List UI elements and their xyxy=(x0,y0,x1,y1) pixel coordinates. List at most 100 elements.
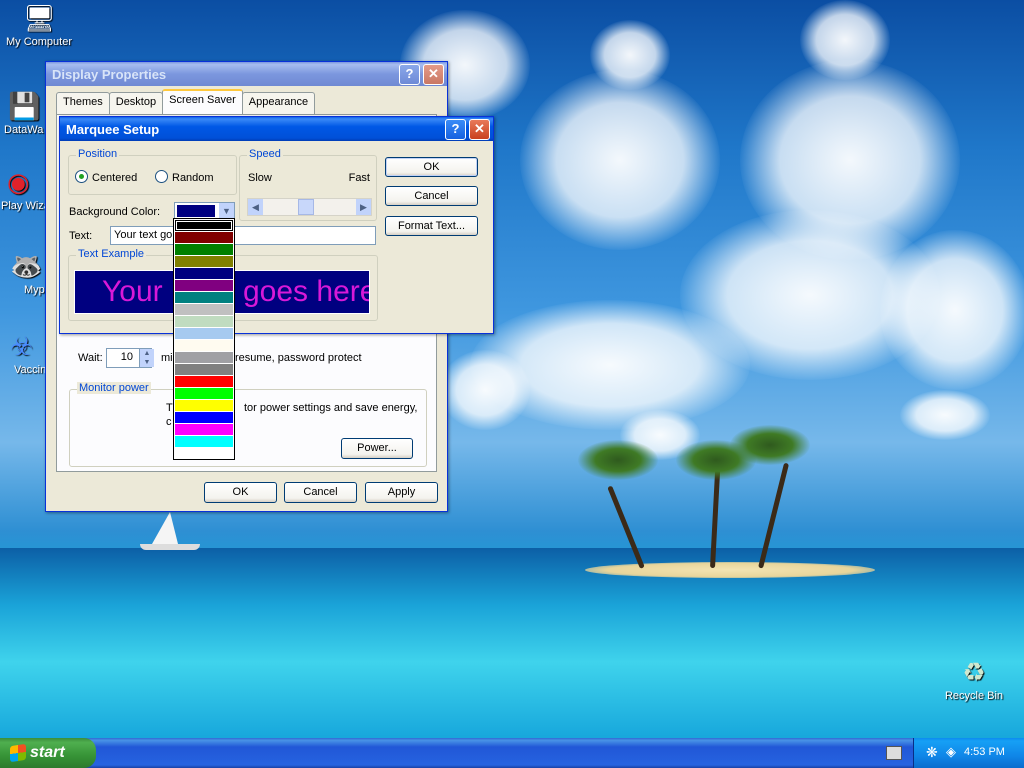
color-dropdown-list[interactable] xyxy=(173,218,235,460)
marquee-setup-titlebar[interactable]: Marquee Setup ? ✕ xyxy=(60,117,493,141)
computer-icon: 🖥 xyxy=(23,3,57,33)
system-tray: ❋ ◈ 4:53 PM xyxy=(913,738,1024,768)
background-color-label: Background Color: xyxy=(69,206,161,218)
format-text-button[interactable]: Format Text... xyxy=(385,216,478,236)
color-option[interactable] xyxy=(175,232,233,243)
color-option[interactable] xyxy=(175,448,233,459)
ok-button[interactable]: OK xyxy=(204,482,277,503)
wallpaper-cloud xyxy=(520,70,720,250)
text-label: Text: xyxy=(69,230,93,242)
apply-button[interactable]: Apply xyxy=(365,482,438,503)
wait-suffix-minutes: mi xyxy=(161,352,173,364)
shortcut-icon: 💾 xyxy=(8,91,41,121)
scroll-right-icon[interactable]: ▶ xyxy=(356,199,371,215)
position-group: Position Centered Random xyxy=(68,148,237,195)
preview-text-left: Your xyxy=(102,275,163,308)
ok-button[interactable]: OK xyxy=(385,157,478,177)
wait-label: Wait: xyxy=(78,352,103,364)
marquee-setup-dialog: Marquee Setup ? ✕ Position Centered Rand… xyxy=(59,116,494,334)
random-radio[interactable]: Random xyxy=(155,170,214,184)
close-button[interactable]: ✕ xyxy=(469,118,490,140)
close-button[interactable]: ✕ xyxy=(423,63,444,85)
help-button[interactable]: ? xyxy=(399,63,420,85)
color-option[interactable] xyxy=(175,316,233,327)
wallpaper-sea xyxy=(0,548,1024,738)
palm-crown xyxy=(578,440,658,480)
radio-icon xyxy=(155,170,168,183)
color-option[interactable] xyxy=(175,256,233,267)
help-button[interactable]: ? xyxy=(445,118,466,140)
speed-legend: Speed xyxy=(247,148,283,160)
color-option[interactable] xyxy=(175,304,233,315)
recycle-bin-icon: ♻ xyxy=(962,657,986,687)
color-option[interactable] xyxy=(175,292,233,303)
raccoon-icon: 🦝 xyxy=(10,251,43,281)
color-option[interactable] xyxy=(175,328,233,339)
color-option[interactable] xyxy=(175,436,233,447)
color-option[interactable] xyxy=(175,388,233,399)
text-example-legend: Text Example xyxy=(76,248,147,260)
keyboard-icon[interactable] xyxy=(886,746,902,760)
monitor-power-text-start: T xyxy=(166,402,173,414)
fast-label: Fast xyxy=(348,172,370,184)
color-option[interactable] xyxy=(175,340,233,351)
taskbar: start ❋ ◈ 4:53 PM xyxy=(0,738,1024,768)
power-button[interactable]: Power... xyxy=(341,438,413,459)
wallpaper-cloud xyxy=(880,230,1024,390)
centered-radio[interactable]: Centered xyxy=(75,170,137,184)
color-option[interactable] xyxy=(175,220,233,231)
network-icon[interactable]: ❋ xyxy=(926,744,938,761)
color-option[interactable] xyxy=(175,376,233,387)
scroll-left-icon[interactable]: ◀ xyxy=(248,199,263,215)
wallpaper-island xyxy=(585,562,875,578)
cancel-button[interactable]: Cancel xyxy=(284,482,357,503)
display-properties-titlebar[interactable]: Display Properties ? ✕ xyxy=(46,62,447,86)
wallpaper-cloud xyxy=(590,20,670,90)
color-option[interactable] xyxy=(175,352,233,363)
wallpaper-cloud xyxy=(800,0,890,80)
monitor-power-text-cont: c xyxy=(166,416,172,428)
desktop-icon-label: Recycle Bin xyxy=(944,690,1004,702)
biohazard-icon: ☣ xyxy=(10,331,34,361)
color-option[interactable] xyxy=(175,364,233,375)
speed-scrollbar[interactable]: ◀ ▶ xyxy=(247,198,372,216)
desktop-icon-recycle-bin[interactable]: ♻ Recycle Bin xyxy=(936,656,1012,702)
color-option[interactable] xyxy=(175,400,233,411)
monitor-power-group: Monitor power T tor power settings and s… xyxy=(69,382,427,467)
desktop-icon-my-computer[interactable]: 🖥 My Computer xyxy=(0,2,78,48)
wait-spinner[interactable]: ▲ ▼ xyxy=(139,349,154,367)
color-option[interactable] xyxy=(175,412,233,423)
preview-text-right: goes here xyxy=(243,275,370,308)
monitor-power-legend: Monitor power xyxy=(77,382,151,394)
start-button[interactable]: start xyxy=(0,738,96,768)
palm-crown xyxy=(730,425,810,465)
position-legend: Position xyxy=(76,148,120,160)
color-option[interactable] xyxy=(175,424,233,435)
wait-suffix-resume: resume, password protect xyxy=(235,352,362,364)
speed-group: Speed Slow Fast ◀ ▶ xyxy=(239,148,377,221)
window-title: Display Properties xyxy=(52,66,167,82)
selected-color-swatch xyxy=(177,205,215,217)
color-option[interactable] xyxy=(175,280,233,291)
monitor-power-text: tor power settings and save energy, xyxy=(244,402,418,414)
spiral-icon: ◉ xyxy=(7,167,30,197)
chevron-down-icon[interactable]: ▼ xyxy=(219,203,234,219)
tab-screen-saver[interactable]: Screen Saver xyxy=(162,89,243,114)
desktop-icon-label: My Computer xyxy=(5,36,73,48)
slow-label: Slow xyxy=(248,172,272,184)
windows-logo-icon xyxy=(10,743,26,763)
tab-desktop[interactable]: Desktop xyxy=(108,92,164,114)
tab-appearance[interactable]: Appearance xyxy=(241,92,316,114)
tab-themes[interactable]: Themes xyxy=(56,92,110,114)
color-option[interactable] xyxy=(175,268,233,279)
wallpaper-cloud xyxy=(900,390,990,440)
clock[interactable]: 4:53 PM xyxy=(964,746,1005,758)
cancel-button[interactable]: Cancel xyxy=(385,186,478,206)
radio-icon xyxy=(75,170,88,183)
speed-slider-thumb[interactable] xyxy=(298,199,314,215)
dialog-title: Marquee Setup xyxy=(66,121,160,137)
color-option[interactable] xyxy=(175,244,233,255)
marquee-text-input[interactable]: Your text go xyxy=(110,226,376,245)
safely-remove-icon[interactable]: ◈ xyxy=(946,744,956,760)
tab-strip: Themes Desktop Screen Saver Appearance xyxy=(56,89,316,114)
